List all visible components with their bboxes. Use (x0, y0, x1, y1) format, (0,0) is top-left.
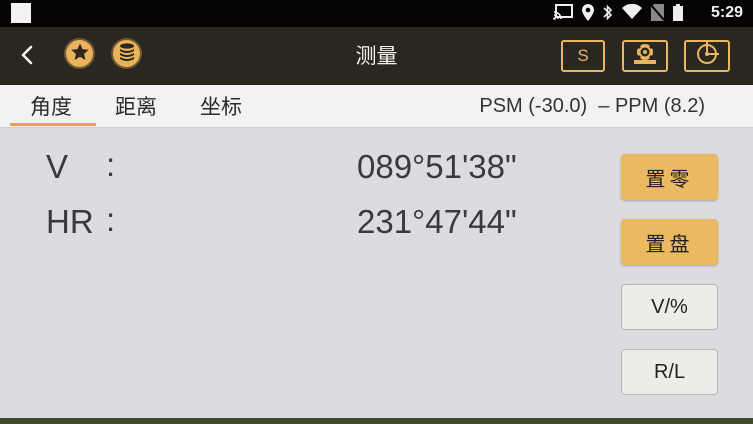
clock: 5:29 (710, 4, 743, 21)
set-zero-button[interactable]: 置零 (621, 154, 718, 200)
tab-angle[interactable]: 角度 (30, 91, 72, 121)
v-colon: : (106, 146, 116, 183)
measurement-panel: V : 089°51'38" HR : 231°47'44" 置零 置盘 V/%… (0, 128, 753, 418)
bluetooth-icon (603, 4, 613, 25)
set-angle-button[interactable]: 置盘 (621, 219, 718, 265)
hr-label: HR (46, 203, 94, 240)
v-value: 089°51'38" (357, 148, 517, 185)
level-button[interactable] (684, 40, 730, 72)
instrument-button[interactable] (622, 40, 668, 72)
tab-coordinates[interactable]: 坐标 (200, 91, 242, 121)
hr-colon: : (106, 201, 116, 238)
s-button-label: S (577, 46, 589, 65)
s-button[interactable]: S (561, 40, 605, 72)
no-sim-icon (650, 3, 665, 25)
status-bar: 5:29 (0, 0, 753, 27)
app-toolbar: 测量 S (0, 27, 753, 85)
crosshair-icon (694, 41, 720, 72)
v-label: V (46, 148, 69, 185)
wifi-icon (622, 3, 642, 24)
tab-bar: 角度 距离 坐标 PSM (-30.0) – PPM (8.2) (0, 85, 753, 128)
target-icon (630, 41, 660, 72)
r-l-button[interactable]: R/L (621, 349, 718, 395)
active-tab-indicator (10, 123, 96, 126)
battery-icon (673, 3, 683, 25)
cast-icon (553, 4, 573, 24)
psm-ppm-readout: PSM (-30.0) – PPM (8.2) (479, 95, 705, 117)
bottom-edge (0, 418, 753, 424)
status-icons (553, 3, 683, 25)
v-percent-button[interactable]: V/% (621, 284, 718, 330)
tab-distance[interactable]: 距离 (115, 91, 157, 121)
hr-value: 231°47'44" (357, 203, 517, 240)
location-icon (582, 3, 594, 25)
notification-icon (11, 3, 31, 23)
